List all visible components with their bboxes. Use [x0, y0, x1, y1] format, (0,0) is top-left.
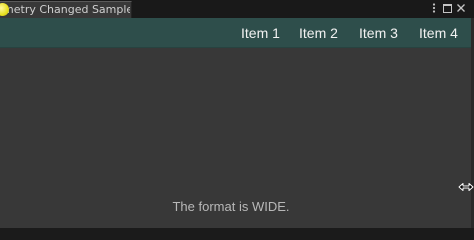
- window-titlebar: Geometry Changed Sample: [0, 0, 474, 18]
- sample-panel: Item 1 Item 2 Item 3 Item 4 The format i…: [0, 18, 471, 228]
- window-tab[interactable]: Geometry Changed Sample: [0, 1, 132, 18]
- kebab-menu-icon[interactable]: [428, 2, 440, 14]
- close-icon[interactable]: [455, 2, 467, 14]
- nav-item-4[interactable]: Item 4: [419, 24, 458, 42]
- window-tab-title: Geometry Changed Sample: [0, 3, 130, 16]
- nav-bar: Item 1 Item 2 Item 3 Item 4: [0, 18, 471, 48]
- nav-item-2[interactable]: Item 2: [299, 24, 338, 42]
- horizontal-resize-cursor-icon: [458, 179, 474, 193]
- nav-item-3[interactable]: Item 3: [359, 24, 398, 42]
- nav-item-1[interactable]: Item 1: [241, 24, 280, 42]
- format-status-label: The format is WIDE.: [172, 199, 290, 214]
- maximize-icon[interactable]: [441, 2, 453, 14]
